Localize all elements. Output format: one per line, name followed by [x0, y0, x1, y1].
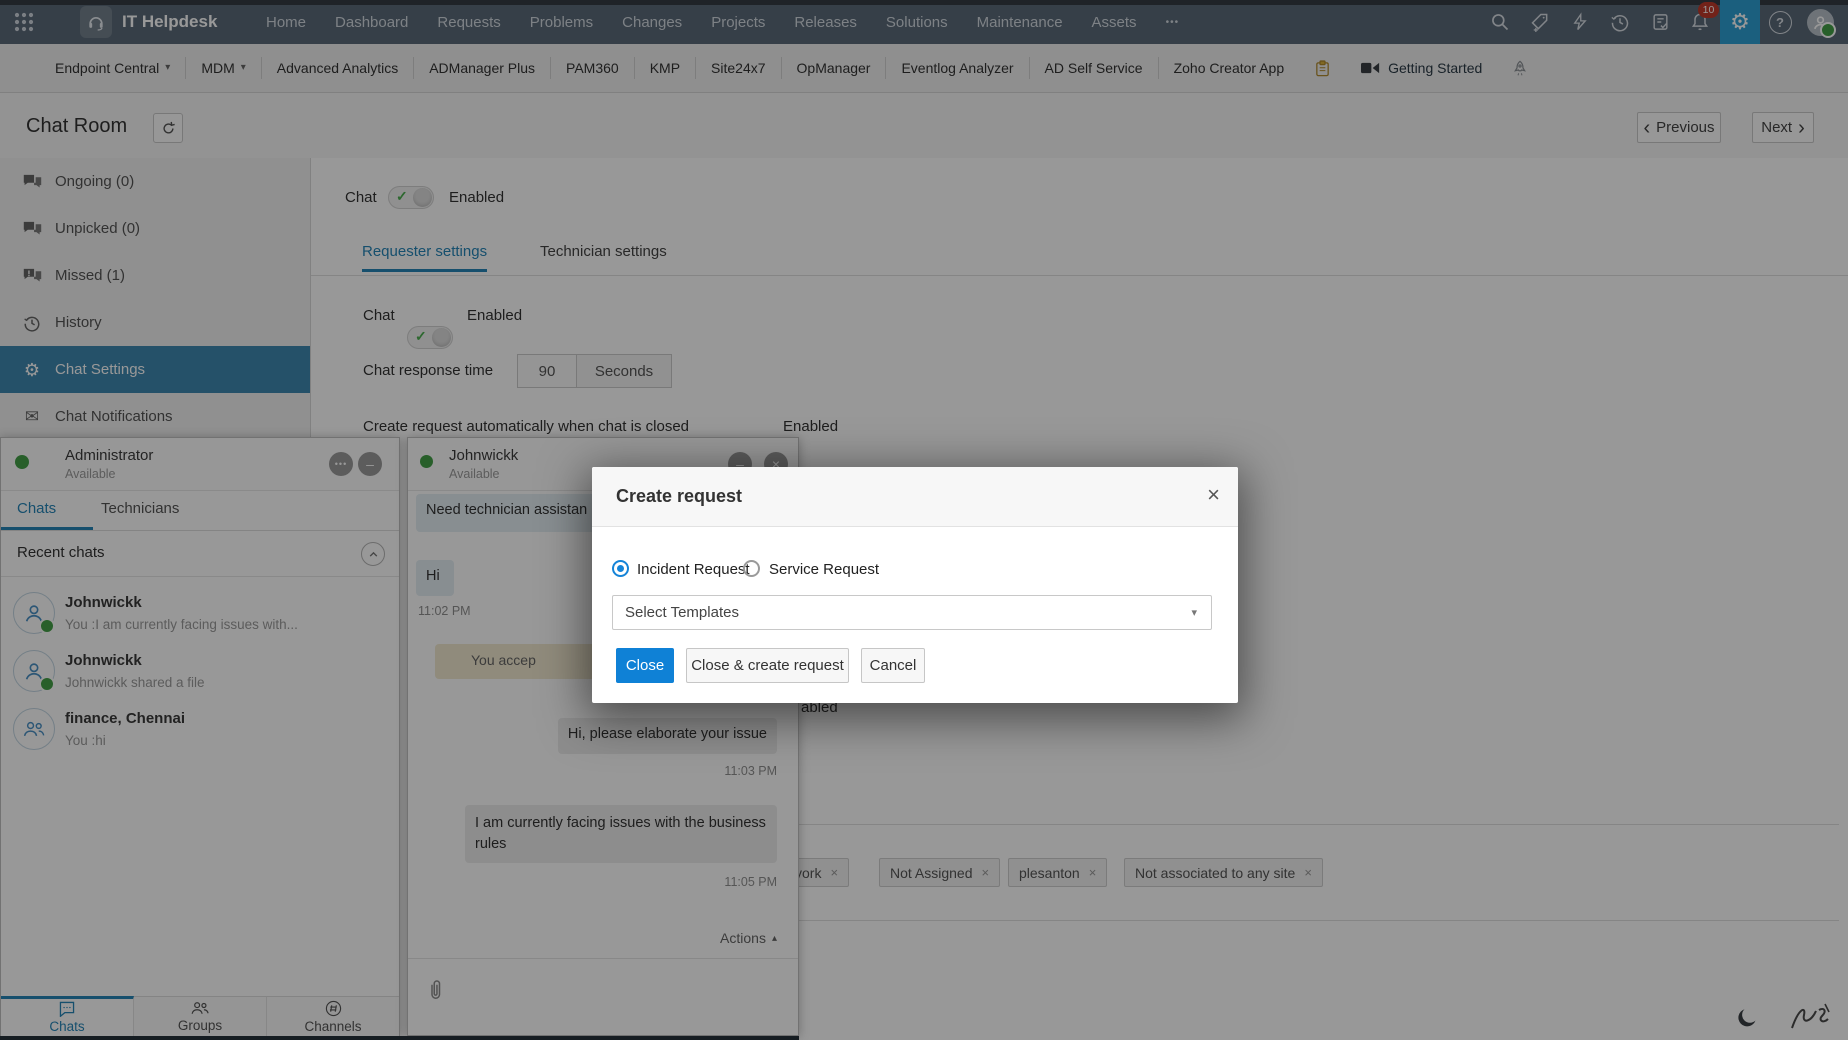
dropdown-placeholder: Select Templates [625, 604, 739, 621]
close-and-create-request-button[interactable]: Close & create request [686, 648, 849, 683]
service-request-radio[interactable] [743, 560, 760, 577]
template-select-dropdown[interactable]: Select Templates ▾ [612, 595, 1212, 630]
incident-request-radio[interactable] [612, 560, 629, 577]
modal-close-icon[interactable]: × [1207, 482, 1220, 508]
modal-header: Create request × [592, 467, 1238, 527]
close-button[interactable]: Close [616, 648, 674, 683]
screen: IT Helpdesk Home Dashboard Requests Prob… [0, 0, 1848, 1040]
create-request-modal: Create request × Incident Request Servic… [592, 467, 1238, 703]
service-request-label[interactable]: Service Request [769, 561, 879, 578]
incident-request-label[interactable]: Incident Request [637, 561, 750, 578]
modal-title: Create request [616, 467, 742, 526]
cancel-button[interactable]: Cancel [861, 648, 925, 683]
dropdown-caret-icon: ▾ [1191, 606, 1197, 619]
